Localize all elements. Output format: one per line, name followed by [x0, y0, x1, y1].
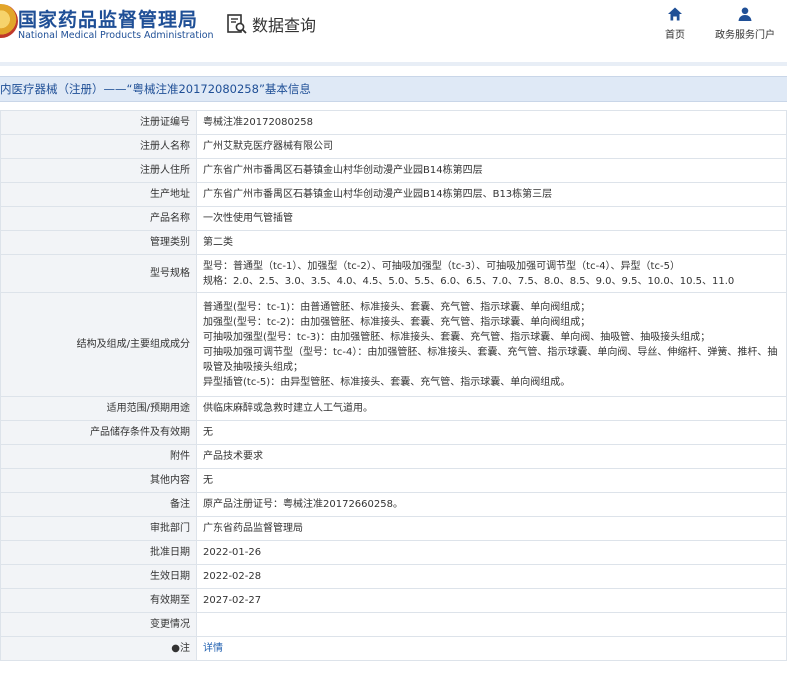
field-value: 广东省广州市番禺区石碁镇金山村华创动漫产业园B14栋第四层	[196, 158, 787, 183]
table-row: ●注 详情	[0, 636, 787, 661]
table-row: 其他内容无	[0, 468, 787, 493]
table-row: 生效日期 2022-02-28	[0, 564, 787, 589]
field-label: 产品名称	[0, 206, 197, 231]
site-header: 国家药品监督管理局 National Medical Products Admi…	[0, 0, 787, 62]
field-value: 产品技术要求	[196, 444, 787, 469]
field-value: 第二类	[196, 230, 787, 255]
national-emblem-icon	[0, 4, 18, 38]
field-value: 2022-01-26	[196, 540, 787, 565]
field-value: 2027-02-27	[196, 588, 787, 613]
page-title: 内医疗器械（注册）——“粤械注准20172080258”基本信息	[0, 76, 787, 102]
details-link[interactable]: 详情	[203, 643, 223, 654]
field-label: 型号规格	[0, 254, 197, 293]
field-value	[196, 612, 787, 637]
field-value: 详情	[196, 636, 787, 661]
field-value: 广东省广州市番禺区石碁镇金山村华创动漫产业园B14栋第四层、B13栋第三层	[196, 182, 787, 207]
field-value-line: 异型插管(tc-5)：由异型管胚、标准接头、套囊、充气管、指示球囊、单向阀组成。	[203, 376, 571, 388]
table-row: 注册人住所 广东省广州市番禺区石碁镇金山村华创动漫产业园B14栋第四层	[0, 158, 787, 183]
nav-gov-label: 政务服务门户	[715, 30, 775, 41]
field-value: 广东省药品监督管理局	[196, 516, 787, 541]
detail-table: 注册证编号 粤械注准20172080258 注册人名称 广州艾默克医疗器械有限公司 注册…	[0, 110, 787, 661]
table-row: 型号规格 型号：普通型（tc-1）、加强型（tc-2）、可抽吸加强型（tc-3）、…	[0, 254, 787, 293]
field-value: 普通型(型号：tc-1)：由普通管胚、标准接头、套囊、充气管、指示球囊、单向阀组…	[196, 292, 787, 397]
field-label: 注册人名称	[0, 134, 197, 159]
data-query-label: 数据查询	[252, 16, 317, 35]
user-icon	[738, 7, 752, 21]
field-value-line: 规格：2.0、2.5、3.0、3.5、4.0、4.5、5.0、5.5、6.0、6…	[203, 275, 735, 287]
field-value-line: 型号：普通型（tc-1）、加强型（tc-2）、可抽吸加强型（tc-3）、可抽吸加…	[203, 260, 680, 272]
document-search-icon	[227, 14, 247, 34]
field-label: 批准日期	[0, 540, 197, 565]
table-row: 产品名称 一次性使用气管插管	[0, 206, 787, 231]
site-logo-subtitle: National Medical Products Administration	[18, 30, 214, 41]
field-value: 型号：普通型（tc-1）、加强型（tc-2）、可抽吸加强型（tc-3）、可抽吸加…	[196, 254, 787, 293]
field-label: 生产地址	[0, 182, 197, 207]
table-row: 变更情况	[0, 612, 787, 637]
field-label: ●注	[0, 636, 197, 661]
table-row: 附件 产品技术要求	[0, 444, 787, 469]
table-row: 审批部门 广东省药品监督管理局	[0, 516, 787, 541]
field-value: 原产品注册证号：粤械注准20172660258。	[196, 492, 787, 517]
field-value: 2022-02-28	[196, 564, 787, 589]
field-label: 产品储存条件及有效期	[0, 420, 197, 445]
nav-gov-portal[interactable]: 政务服务门户	[712, 6, 778, 41]
field-label: 有效期至	[0, 588, 197, 613]
field-value: 供临床麻醉或急救时建立人工气道用。	[196, 396, 787, 421]
field-label: 其他内容	[0, 468, 197, 493]
table-row: 适用范围/预期用途 供临床麻醉或急救时建立人工气道用。	[0, 396, 787, 421]
field-label: 审批部门	[0, 516, 197, 541]
field-value: 广州艾默克医疗器械有限公司	[196, 134, 787, 159]
field-value: 一次性使用气管插管	[196, 206, 787, 231]
field-value-line: 可抽吸加强型(型号：tc-3)：由加强管胚、标准接头、套囊、充气管、指示球囊、单…	[203, 331, 711, 343]
table-row: 注册证编号 粤械注准20172080258	[0, 110, 787, 135]
nav-home[interactable]: 首页	[660, 6, 690, 41]
field-label: 附件	[0, 444, 197, 469]
field-value-line: 可抽吸加强可调节型（型号：tc-4）：由加强管胚、标准接头、套囊、充气管、指示球…	[203, 346, 778, 373]
field-label: 结构及组成/主要组成成分	[0, 292, 197, 397]
table-row: 备注 原产品注册证号：粤械注准20172660258。	[0, 492, 787, 517]
field-label: 注册证编号	[0, 110, 197, 135]
table-row: 批准日期 2022-01-26	[0, 540, 787, 565]
table-row: 生产地址 广东省广州市番禺区石碁镇金山村华创动漫产业园B14栋第四层、B13栋第三…	[0, 182, 787, 207]
field-label: 备注	[0, 492, 197, 517]
field-label: 管理类别	[0, 230, 197, 255]
table-row: 管理类别 第二类	[0, 230, 787, 255]
field-value: 粤械注准20172080258	[196, 110, 787, 135]
field-label: 注册人住所	[0, 158, 197, 183]
field-value: 无	[196, 468, 787, 493]
field-value-line: 普通型(型号：tc-1)：由普通管胚、标准接头、套囊、充气管、指示球囊、单向阀组…	[203, 301, 591, 313]
field-label: 生效日期	[0, 564, 197, 589]
table-row: 产品储存条件及有效期无	[0, 420, 787, 445]
field-value: 无	[196, 420, 787, 445]
nav-home-label: 首页	[665, 30, 685, 41]
home-icon	[668, 7, 682, 21]
site-logo-title[interactable]: 国家药品监督管理局	[18, 5, 198, 32]
table-row: 有效期至 2027-02-27	[0, 588, 787, 613]
table-row: 结构及组成/主要组成成分 普通型(型号：tc-1)：由普通管胚、标准接头、套囊、充…	[0, 292, 787, 397]
table-row: 注册人名称 广州艾默克医疗器械有限公司	[0, 134, 787, 159]
field-value-line: 加强型(型号：tc-2)：由加强管胚、标准接头、套囊、充气管、指示球囊、单向阀组…	[203, 316, 591, 328]
field-label: 变更情况	[0, 612, 197, 637]
field-label: 适用范围/预期用途	[0, 396, 197, 421]
header-divider	[0, 62, 787, 66]
data-query-title: 数据查询	[226, 12, 316, 36]
